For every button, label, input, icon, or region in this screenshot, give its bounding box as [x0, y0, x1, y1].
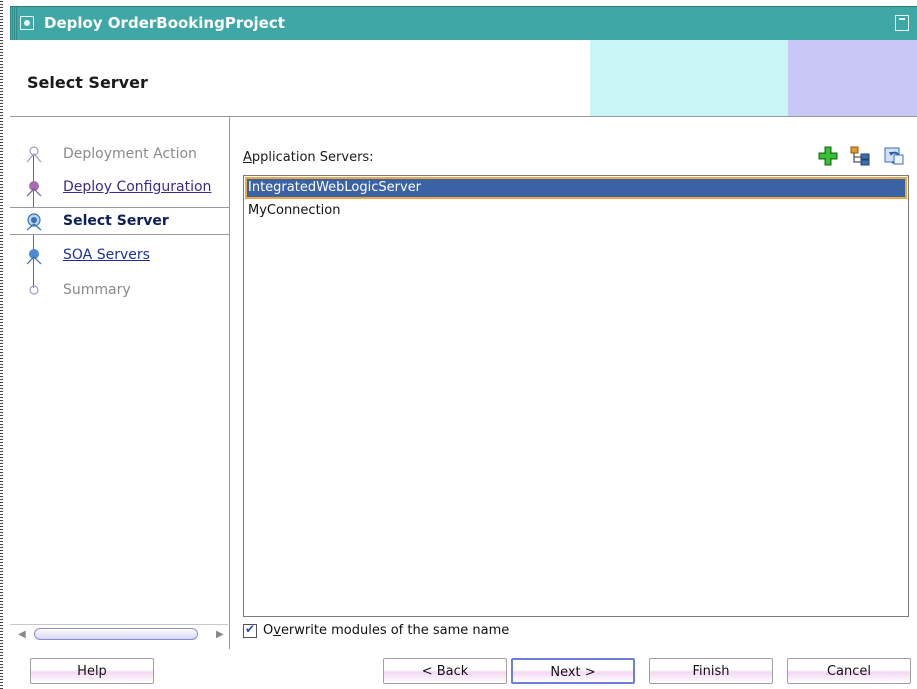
step-deployment-action: Deployment Action [10, 141, 229, 167]
step-current-icon [26, 213, 42, 231]
button-bar: Help < Back Next > Finish Cancel [10, 649, 917, 689]
window-edge [0, 0, 3, 689]
application-servers-list[interactable]: IntegratedWebLogicServer MyConnection [243, 175, 909, 617]
step-deploy-configuration[interactable]: Deploy Configuration [10, 174, 229, 200]
overwrite-modules-checkbox[interactable] [243, 622, 257, 638]
step-done-icon [26, 146, 42, 163]
application-servers-label: Application Servers: [243, 150, 374, 165]
step-next-icon [26, 249, 42, 265]
page-title: Select Server [27, 73, 148, 92]
list-item[interactable]: IntegratedWebLogicServer [245, 177, 907, 199]
finish-button[interactable]: Finish [649, 658, 773, 684]
list-item[interactable]: MyConnection [245, 200, 907, 222]
steps-horizontal-scrollbar[interactable]: ◀ ▶ [10, 624, 228, 643]
wizard-header: Select Server [10, 40, 917, 117]
scroll-thumb[interactable] [34, 628, 198, 640]
scroll-left-icon[interactable]: ◀ [18, 629, 26, 640]
back-button[interactable]: < Back [383, 658, 507, 684]
step-visited-icon [26, 181, 42, 197]
maximize-icon[interactable] [895, 15, 909, 31]
header-decoration-cyan [590, 40, 788, 116]
header-decoration-lavender [788, 40, 917, 116]
scroll-right-icon[interactable]: ▶ [216, 629, 224, 640]
refresh-icon[interactable] [883, 145, 905, 167]
main-content: Application Servers: IntegratedWebLogicS… [229, 117, 917, 649]
hierarchy-icon[interactable] [849, 145, 871, 167]
wizard-steps-panel: Deployment Action Deploy Configuration S… [10, 117, 230, 649]
step-label[interactable]: SOA Servers [63, 247, 150, 263]
deploy-dialog: Deploy OrderBookingProject Select Server… [0, 0, 917, 689]
step-label[interactable]: Deploy Configuration [63, 179, 211, 195]
add-icon[interactable] [817, 145, 839, 167]
step-summary: Summary [10, 277, 229, 303]
step-label: Deployment Action [63, 146, 197, 162]
step-pending-icon [29, 285, 39, 295]
window-menu-icon[interactable] [20, 16, 34, 30]
help-button[interactable]: Help [30, 658, 154, 684]
cancel-button[interactable]: Cancel [787, 658, 911, 684]
title-grip [10, 7, 17, 41]
overwrite-modules-label[interactable]: Overwrite modules of the same name [263, 623, 509, 638]
title-bar[interactable]: Deploy OrderBookingProject [10, 6, 917, 41]
next-button[interactable]: Next > [511, 658, 635, 684]
step-soa-servers[interactable]: SOA Servers [10, 242, 229, 268]
window-title: Deploy OrderBookingProject [44, 14, 285, 32]
step-label: Select Server [63, 213, 169, 229]
step-select-server[interactable]: Select Server [10, 207, 229, 235]
step-label: Summary [63, 282, 131, 298]
